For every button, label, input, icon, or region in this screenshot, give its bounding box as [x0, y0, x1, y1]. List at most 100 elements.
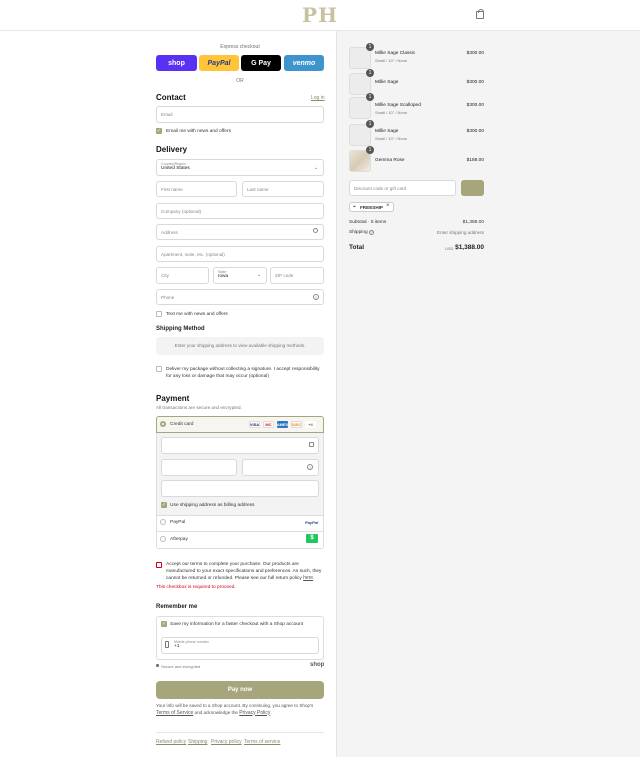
- terms-error: This checkbox is required to proceed.: [156, 585, 236, 590]
- card-number-field[interactable]: [161, 437, 319, 454]
- contact-heading: Contact: [156, 93, 186, 102]
- city-field[interactable]: City: [156, 267, 209, 284]
- close-icon[interactable]: ×: [386, 203, 390, 209]
- apartment-field[interactable]: Apartment, suite, etc. (optional): [156, 246, 324, 262]
- shop-disclaimer: Your info will be saved to a Shop accoun…: [156, 703, 314, 716]
- item-name: Millie Sage: [375, 129, 399, 134]
- quantity-badge: 1: [366, 69, 374, 77]
- help-icon[interactable]: ?: [307, 464, 313, 470]
- shop-pay-button[interactable]: shop: [156, 55, 197, 71]
- brand-logo[interactable]: PH: [295, 4, 345, 26]
- subtotal-label: Subtotal · 5 items: [349, 220, 387, 225]
- expiry-field[interactable]: [161, 459, 237, 476]
- disclaimer-mid: and acknowledge the: [194, 709, 238, 715]
- item-name: Gemma Rose: [375, 158, 405, 163]
- item-price: $300.00: [466, 129, 484, 134]
- amex-icon: AMEX: [276, 421, 289, 428]
- payment-subtitle: All transactions are secure and encrypte…: [156, 405, 242, 410]
- item-name: Millie Sage Classic: [375, 51, 416, 56]
- billing-same-checkbox[interactable]: ✓: [161, 502, 167, 508]
- email-news-label: Email me with news and offers: [166, 129, 231, 134]
- footer-divider: [156, 732, 324, 733]
- total-label: Total: [349, 244, 365, 251]
- divider: [157, 515, 323, 516]
- terms-body: Accept our terms to complete your purcha…: [166, 562, 322, 581]
- shipping-method-heading: Shipping Method: [156, 326, 205, 332]
- shipping-method-notice: Enter your shipping address to view avai…: [156, 337, 324, 355]
- item-price: $300.00: [466, 80, 484, 85]
- subtotal-value: $1,388.00: [462, 220, 484, 225]
- email-field[interactable]: Email: [156, 106, 324, 123]
- express-checkout-label: Express checkout: [220, 44, 260, 50]
- secure-label: Secure and encrypted: [161, 664, 201, 669]
- company-field[interactable]: Company (optional): [156, 203, 324, 219]
- footer-link-terms[interactable]: Terms of service: [244, 739, 280, 745]
- paypal-logo: PayPal: [305, 520, 319, 525]
- help-icon[interactable]: ?: [369, 230, 374, 235]
- apply-discount-button[interactable]: [461, 180, 484, 196]
- item-variant: Small / 10" / None: [375, 136, 408, 141]
- item-name: Millie Sage: [375, 80, 399, 85]
- lock-icon: [309, 442, 314, 447]
- item-variant: Small / 10" / None: [375, 58, 408, 63]
- more-cards-icon: +4: [305, 421, 316, 428]
- venmo-button[interactable]: venmo: [284, 55, 324, 71]
- total-value: $1,388.00: [455, 244, 484, 251]
- discount-code: FREESHIP: [360, 205, 383, 210]
- shipping-label: Shipping: [349, 230, 368, 235]
- footer-link-shipping[interactable]: Shipping: [188, 739, 207, 745]
- remember-heading: Remember me: [156, 604, 198, 610]
- footer-link-privacy[interactable]: Privacy policy: [211, 739, 242, 745]
- discover-icon: DISC: [291, 421, 302, 428]
- lock-icon: [156, 664, 159, 667]
- last-name-field[interactable]: Last name: [242, 181, 324, 197]
- phone-icon: [165, 641, 169, 648]
- phone-field[interactable]: Phone: [156, 289, 324, 305]
- credit-card-radio[interactable]: [160, 421, 166, 427]
- terms-checkbox[interactable]: [156, 562, 162, 568]
- quantity-badge: 1: [366, 120, 374, 128]
- address-field[interactable]: Address: [156, 224, 324, 240]
- discount-code-field[interactable]: Discount code or gift card: [349, 180, 456, 196]
- email-news-checkbox[interactable]: ✓: [156, 128, 162, 134]
- billing-same-label: Use shipping address as billing address: [170, 503, 255, 508]
- mobile-value: +1: [174, 644, 180, 649]
- search-icon: [313, 228, 318, 233]
- save-info-label: Save my information for a faster checkou…: [170, 622, 304, 627]
- country-select[interactable]: Country/Region United States: [156, 159, 324, 176]
- signature-checkbox[interactable]: [156, 366, 162, 372]
- mobile-phone-field[interactable]: Mobile phone number +1: [161, 637, 319, 654]
- google-pay-button[interactable]: G Pay: [241, 55, 281, 71]
- shopping-bag-icon[interactable]: [476, 9, 484, 19]
- pay-now-button[interactable]: Pay now: [156, 681, 324, 699]
- zip-field[interactable]: ZIP code: [270, 267, 324, 284]
- chevron-down-icon: ⌄: [257, 272, 262, 278]
- shop-terms-link[interactable]: Terms of Service: [156, 710, 193, 716]
- text-news-checkbox[interactable]: [156, 311, 162, 317]
- help-icon[interactable]: ?: [313, 294, 319, 300]
- return-policy-link[interactable]: here: [303, 575, 313, 581]
- shipping-value: Enter shipping address: [437, 230, 484, 235]
- footer-link-refund[interactable]: Refund policy: [156, 739, 186, 745]
- disclaimer-text: Your info will be saved to a Shop accoun…: [156, 703, 314, 708]
- paypal-radio[interactable]: [160, 519, 166, 525]
- afterpay-radio[interactable]: [160, 536, 166, 542]
- first-name-field[interactable]: First name: [156, 181, 237, 197]
- afterpay-logo: $: [306, 534, 318, 543]
- shop-privacy-link[interactable]: Privacy Policy: [239, 710, 270, 716]
- header: PH: [0, 0, 640, 31]
- payment-heading: Payment: [156, 394, 190, 403]
- terms-text: Accept our terms to complete your purcha…: [166, 562, 322, 581]
- chevron-down-icon: ⌄: [314, 165, 319, 171]
- item-variant: Small / 10" / None: [375, 110, 408, 115]
- login-link[interactable]: Log in: [311, 95, 325, 101]
- item-price: $188.00: [466, 158, 484, 163]
- save-info-checkbox[interactable]: ✓: [161, 621, 167, 627]
- signature-label: Deliver my package without collecting a …: [166, 367, 320, 379]
- quantity-badge: 1: [366, 146, 374, 154]
- name-on-card-field[interactable]: [161, 480, 319, 497]
- item-price: $300.00: [466, 103, 484, 108]
- paypal-button[interactable]: PayPal: [199, 55, 239, 71]
- quantity-badge: 1: [366, 43, 374, 51]
- delivery-heading: Delivery: [156, 145, 188, 154]
